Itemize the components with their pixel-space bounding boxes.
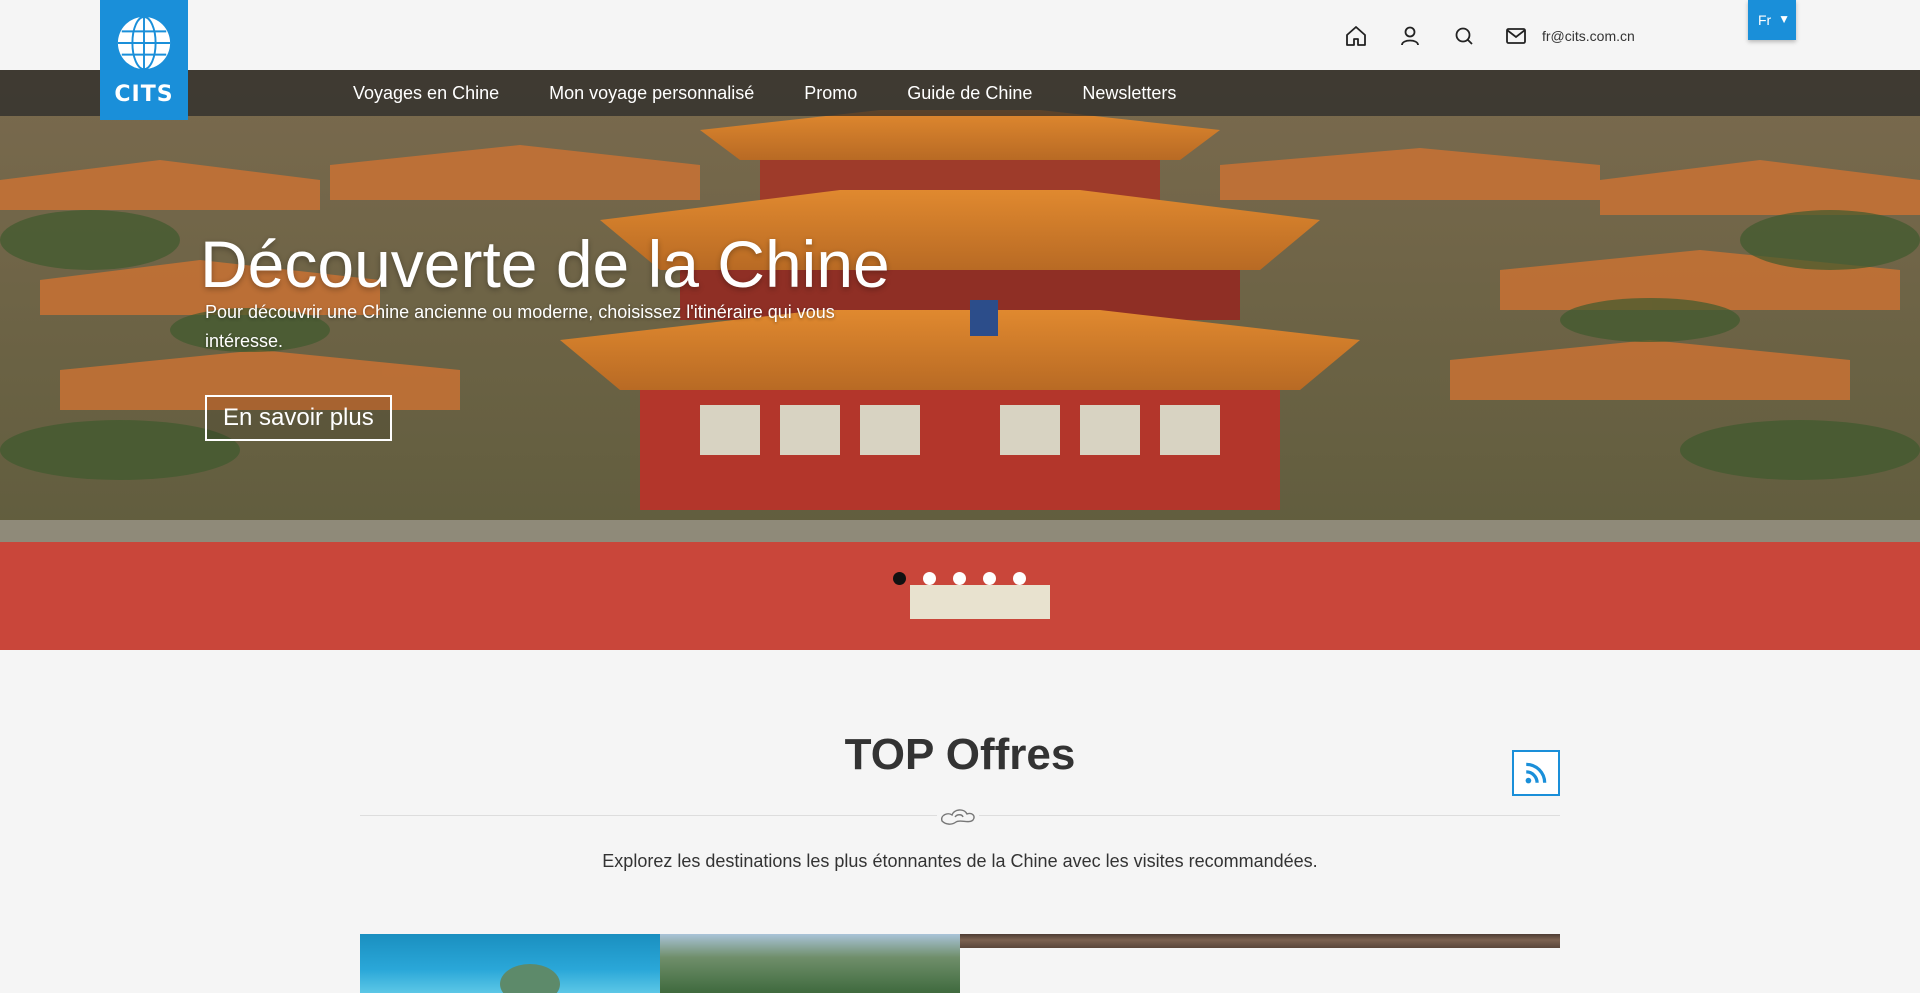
email-contact[interactable]: fr@cits.com.cn <box>1502 22 1635 50</box>
cloud-ornament-icon <box>937 802 979 828</box>
nav-item-guide[interactable]: Guide de Chine <box>907 83 1032 104</box>
main-nav: Voyages en Chine Mon voyage personnalisé… <box>0 70 1920 116</box>
offer-card-1[interactable] <box>360 934 660 993</box>
logo-text: CITS <box>114 82 174 107</box>
rss-icon <box>1525 762 1547 784</box>
hero-subtitle: Pour découvrir une Chine ancienne ou mod… <box>205 302 835 351</box>
language-label: Fr <box>1758 12 1772 28</box>
forbidden-city-image <box>0 70 1920 650</box>
caret-down-icon: ▼ <box>1778 12 1790 26</box>
user-icon[interactable] <box>1396 22 1424 50</box>
carousel-dot-1[interactable] <box>893 572 906 585</box>
carousel-dot-2[interactable] <box>923 572 936 585</box>
learn-more-button[interactable]: En savoir plus <box>205 395 392 441</box>
carousel-dot-3[interactable] <box>953 572 966 585</box>
section-description: Explorez les destinations les plus étonn… <box>602 851 1318 871</box>
search-icon[interactable] <box>1450 22 1478 50</box>
offer-cards <box>360 934 1560 993</box>
nav-item-mon-voyage[interactable]: Mon voyage personnalisé <box>549 83 754 104</box>
hero-title: Découverte de la Chine <box>200 227 890 301</box>
rss-button[interactable] <box>1512 750 1560 796</box>
carousel-dot-5[interactable] <box>1013 572 1026 585</box>
nav-item-newsletters[interactable]: Newsletters <box>1082 83 1176 104</box>
email-link[interactable]: fr@cits.com.cn <box>1542 28 1635 44</box>
top-bar: CITS fr@cits.com.cn Fr ▼ <box>0 0 1920 120</box>
nav-item-voyages[interactable]: Voyages en Chine <box>353 83 499 104</box>
carousel-dots <box>893 572 1043 585</box>
globe-logo-icon <box>117 15 171 71</box>
home-icon[interactable] <box>1342 22 1370 50</box>
section-title: TOP Offres <box>844 730 1076 779</box>
header-actions: fr@cits.com.cn <box>1342 22 1635 50</box>
nav-item-promo[interactable]: Promo <box>804 83 857 104</box>
cits-logo[interactable]: CITS <box>100 0 188 120</box>
offer-card-2[interactable] <box>660 934 960 993</box>
language-selector[interactable]: Fr ▼ <box>1748 0 1796 40</box>
hero-banner: Voyages en Chine Mon voyage personnalisé… <box>0 70 1920 650</box>
carousel-dot-4[interactable] <box>983 572 996 585</box>
mail-icon <box>1502 22 1530 50</box>
offer-card-3[interactable] <box>960 934 1560 993</box>
